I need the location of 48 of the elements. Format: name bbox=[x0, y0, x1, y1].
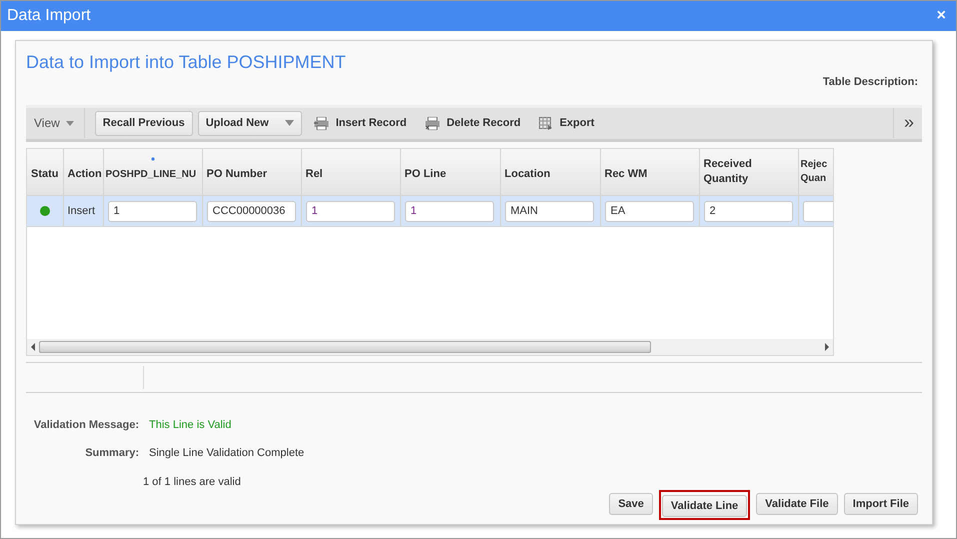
toolbar-button[interactable]: Delete Record bbox=[424, 110, 521, 136]
field-value: 1 of 1 lines are valid bbox=[143, 474, 241, 490]
cell-input-field[interactable]: 2 bbox=[704, 200, 792, 222]
column-header[interactable]: Rec WM bbox=[600, 148, 699, 196]
table-row[interactable]: Insert 1 CCC00000036 1 1 MAIN EA 2 bbox=[27, 196, 833, 226]
action-button[interactable]: Save bbox=[609, 492, 653, 515]
scroll-right-icon[interactable] bbox=[824, 342, 830, 350]
field-label: Validation Message: bbox=[32, 418, 139, 432]
cell-input-field[interactable]: EA bbox=[604, 200, 694, 222]
action-button[interactable]: Validate File bbox=[756, 492, 838, 515]
upload-dropdown[interactable]: Upload New bbox=[198, 110, 302, 136]
scrollbar-thumb[interactable] bbox=[39, 340, 651, 352]
toolbar-button[interactable]: Insert Record bbox=[314, 110, 407, 136]
scroll-left-icon[interactable] bbox=[30, 342, 36, 350]
spreadsheet-icon bbox=[538, 116, 553, 130]
cell-input-field[interactable]: 1 bbox=[306, 200, 394, 222]
view-menu[interactable]: View bbox=[34, 108, 85, 138]
cell-input-field[interactable]: 1 bbox=[108, 200, 196, 222]
table-cell: Insert bbox=[63, 196, 103, 226]
required-asterisk-icon bbox=[150, 156, 154, 160]
page-heading: Data to Import into Table POSHIPMENT bbox=[26, 51, 347, 74]
action-button[interactable]: Validate Line bbox=[662, 495, 748, 517]
column-header[interactable]: Location bbox=[500, 148, 600, 196]
action-button[interactable]: Import File bbox=[844, 492, 918, 515]
field-label: Summary: bbox=[84, 446, 139, 461]
cell-input-field[interactable]: 1 bbox=[404, 200, 494, 222]
column-header[interactable]: PO Number bbox=[202, 148, 301, 196]
printer-icon bbox=[424, 116, 440, 130]
column-header[interactable]: POSHPD_LINE_NU bbox=[103, 148, 202, 196]
horizontal-scrollbar[interactable] bbox=[27, 338, 833, 354]
table-description-label: Table Description: bbox=[822, 75, 918, 90]
toolbar-button[interactable]: Export bbox=[538, 110, 594, 136]
column-header[interactable]: Received Quantity bbox=[699, 148, 798, 196]
recall-button[interactable]: Recall Previous bbox=[94, 110, 193, 136]
window-title: Data Import bbox=[7, 6, 91, 26]
column-header[interactable]: Statu bbox=[27, 148, 63, 196]
column-header[interactable]: Rejec Quan bbox=[798, 148, 833, 196]
field-value: Single Line Validation Complete bbox=[149, 446, 304, 461]
printer-icon bbox=[314, 116, 329, 130]
cell-input-field[interactable]: MAIN bbox=[504, 200, 594, 222]
field-value: This Line is Valid bbox=[149, 418, 232, 432]
caret-icon bbox=[66, 120, 74, 126]
more-button[interactable]: » bbox=[892, 108, 914, 138]
column-header[interactable]: Action bbox=[63, 148, 103, 196]
column-header[interactable]: PO Line bbox=[400, 148, 500, 196]
column-header[interactable]: Rel bbox=[301, 148, 400, 196]
cell-input-field[interactable]: CCC00000036 bbox=[206, 200, 296, 222]
caret-icon bbox=[284, 120, 294, 126]
